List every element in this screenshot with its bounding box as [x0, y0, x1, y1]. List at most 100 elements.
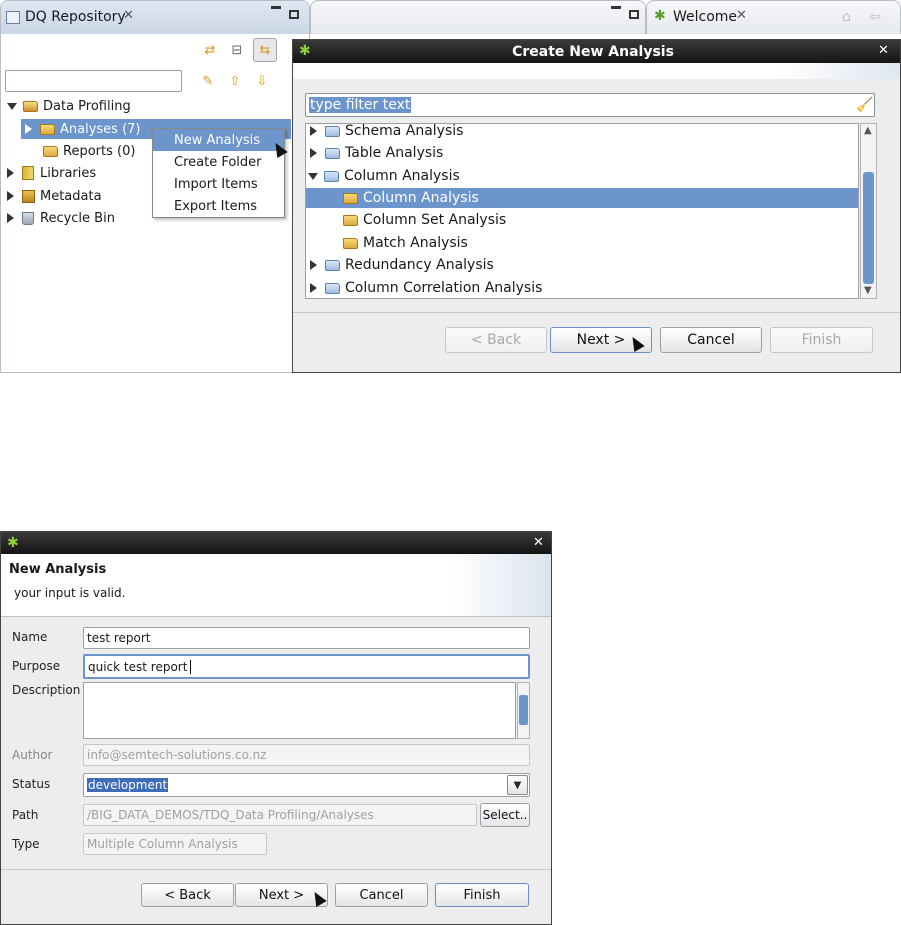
filter-input[interactable]: type filter text: [305, 93, 875, 117]
minimize-icon[interactable]: [271, 6, 281, 9]
expand-icon[interactable]: [310, 283, 317, 293]
close-icon[interactable]: ✕: [123, 8, 134, 23]
tree-item-schema-analysis[interactable]: Schema Analysis: [310, 124, 463, 141]
expand-icon[interactable]: [310, 260, 317, 270]
expand-icon[interactable]: [7, 191, 14, 201]
button-separator: [1, 869, 551, 870]
expand-icon[interactable]: [25, 124, 32, 134]
link-editor-icon[interactable]: ⇆: [253, 38, 277, 62]
menu-item-import-items[interactable]: Import Items: [153, 173, 284, 195]
tree-item-label: Table Analysis: [345, 145, 444, 161]
expand-icon[interactable]: [7, 213, 14, 223]
tree-item-label: Recycle Bin: [40, 210, 115, 226]
name-field[interactable]: test report: [83, 627, 530, 649]
tree-item-data-profiling[interactable]: Data Profiling: [7, 96, 131, 116]
folder-icon: [325, 125, 340, 137]
folder-icon: [325, 282, 340, 294]
expand-icon[interactable]: [310, 148, 317, 158]
back-button[interactable]: < Back: [141, 883, 234, 907]
button-separator: [293, 312, 900, 313]
maximize-icon[interactable]: [629, 10, 639, 19]
minimize-icon[interactable]: [611, 6, 621, 9]
tree-item-label: Reports (0): [63, 143, 136, 159]
tree-item-column-analysis[interactable]: Column Analysis: [306, 188, 858, 208]
data-profiling-icon: [23, 100, 38, 112]
filter-placeholder-text: type filter text: [309, 97, 412, 113]
tab-dq-repository[interactable]: DQ Repository ✕: [0, 0, 310, 34]
dialog-title: Create New Analysis: [512, 44, 674, 60]
tree-item-match-analysis[interactable]: Match Analysis: [343, 233, 468, 253]
tab-welcome[interactable]: ✱ Welcome ✕ ⌂ ⇦: [646, 0, 901, 34]
recycle-bin-icon: [22, 211, 34, 225]
description-textarea[interactable]: [83, 682, 516, 739]
tree-item-column-set-analysis[interactable]: Column Set Analysis: [343, 210, 506, 230]
tree-item-label: Column Correlation Analysis: [345, 280, 543, 296]
up-arrow-icon[interactable]: ⇧: [227, 73, 243, 89]
text-caret: [190, 659, 192, 674]
tree-item-table-analysis[interactable]: Table Analysis: [310, 143, 443, 163]
scroll-down-icon[interactable]: ▼: [864, 285, 872, 296]
status-dropdown-button[interactable]: ▼: [507, 775, 528, 795]
scroll-up-icon[interactable]: ▲: [864, 125, 872, 136]
context-menu: New Analysis Create Folder Import Items …: [152, 128, 285, 218]
finish-button[interactable]: Finish: [435, 883, 529, 907]
tree-item-libraries[interactable]: Libraries: [7, 163, 96, 183]
collapse-icon[interactable]: [308, 172, 318, 180]
chevron-down-icon: ▼: [513, 779, 522, 791]
folder-icon: [343, 214, 358, 226]
tree-item-metadata[interactable]: Metadata: [7, 186, 102, 206]
cancel-button[interactable]: Cancel: [660, 327, 762, 353]
pin-icon[interactable]: ✎: [200, 73, 216, 89]
tree-scrollbar[interactable]: ▲ ▼: [860, 123, 877, 299]
name-label: Name: [12, 630, 48, 644]
tree-item-redundancy-analysis[interactable]: Redundancy Analysis: [310, 255, 494, 275]
finish-button[interactable]: Finish: [770, 327, 873, 353]
maximize-icon[interactable]: [289, 10, 299, 19]
app-icon: ✱: [7, 535, 19, 551]
close-icon[interactable]: ✕: [533, 535, 544, 550]
type-field: Multiple Column Analysis: [83, 833, 267, 855]
header-message: your input is valid.: [14, 586, 126, 600]
back-arrow-icon[interactable]: ⇦: [869, 9, 881, 25]
close-icon[interactable]: ✕: [878, 43, 889, 58]
expand-icon[interactable]: [7, 102, 17, 110]
folder-icon: [343, 237, 358, 249]
expand-icon[interactable]: [7, 168, 14, 178]
menu-item-export-items[interactable]: Export Items: [153, 195, 284, 217]
folder-icon: [40, 123, 55, 135]
select-path-button[interactable]: Select..: [480, 803, 530, 827]
dq-repository-icon: [6, 11, 20, 24]
new-analysis-dialog: ✱ ✕ New Analysis your input is valid. Na…: [0, 531, 552, 925]
cancel-button[interactable]: Cancel: [335, 883, 428, 907]
path-field: /BIG_DATA_DEMOS/TDQ_Data Profiling/Analy…: [83, 804, 477, 826]
tab-blank[interactable]: [310, 0, 646, 34]
tree-item-reports[interactable]: Reports (0): [43, 141, 135, 161]
expand-icon[interactable]: [310, 126, 317, 136]
tree-item-label: Libraries: [40, 165, 97, 181]
scrollbar-thumb[interactable]: [519, 695, 528, 725]
description-label: Description: [12, 683, 81, 697]
purpose-label: Purpose: [12, 659, 61, 673]
tree-item-column-correlation-analysis[interactable]: Column Correlation Analysis: [310, 278, 542, 298]
repository-search-input[interactable]: [5, 70, 182, 92]
menu-item-create-folder[interactable]: Create Folder: [153, 151, 284, 173]
sync-icon[interactable]: ⇄: [202, 42, 218, 58]
author-label: Author: [12, 748, 53, 762]
tree-item-column-analysis-group[interactable]: Column Analysis: [308, 166, 460, 186]
collapse-all-icon[interactable]: ⊟: [229, 42, 245, 58]
close-icon[interactable]: ✕: [736, 8, 747, 23]
purpose-field[interactable]: quick test report: [83, 654, 530, 679]
analysis-type-tree: Schema Analysis Table Analysis Column An…: [305, 123, 859, 299]
tree-item-recycle-bin[interactable]: Recycle Bin: [7, 208, 115, 228]
status-select[interactable]: development: [83, 773, 530, 797]
header-separator: [1, 616, 551, 617]
status-value: development: [87, 778, 169, 792]
menu-item-new-analysis[interactable]: New Analysis: [153, 129, 284, 151]
tree-item-label: Column Analysis: [363, 190, 479, 206]
clear-filter-icon[interactable]: 🧹: [856, 97, 873, 113]
home-icon[interactable]: ⌂: [842, 9, 851, 25]
scrollbar-thumb[interactable]: [863, 172, 874, 284]
description-scrollbar[interactable]: [517, 682, 530, 739]
back-button[interactable]: < Back: [445, 327, 547, 353]
down-arrow-icon[interactable]: ⇩: [254, 73, 270, 89]
